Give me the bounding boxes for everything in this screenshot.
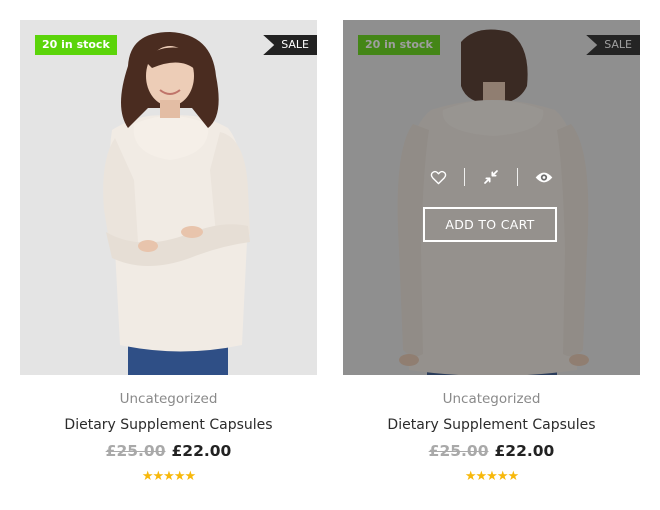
sale-price: £22.00	[171, 442, 232, 460]
product-image[interactable]: 20 in stock SALE	[343, 20, 640, 375]
compress-arrows-icon	[484, 170, 498, 184]
product-title-link[interactable]: Dietary Supplement Capsules	[343, 416, 640, 434]
sale-price: £22.00	[494, 442, 555, 460]
divider	[517, 168, 518, 186]
product-meta: Uncategorized Dietary Supplement Capsule…	[20, 390, 317, 484]
product-price: £25.00 £22.00	[343, 441, 640, 461]
product-meta: Uncategorized Dietary Supplement Capsule…	[343, 390, 640, 484]
product-category-link[interactable]: Uncategorized	[343, 390, 640, 408]
quick-view-button[interactable]	[533, 166, 555, 188]
wishlist-button[interactable]	[427, 166, 449, 188]
add-to-cart-button[interactable]: ADD TO CART	[423, 207, 557, 242]
product-card: 20 in stock SALE Uncategorized Dietary S…	[20, 20, 317, 484]
star-rating: ★★★★★	[464, 469, 519, 484]
product-title-link[interactable]: Dietary Supplement Capsules	[20, 416, 317, 434]
product-category-link[interactable]: Uncategorized	[20, 390, 317, 408]
hover-overlay	[343, 20, 640, 375]
star-rating: ★★★★★	[141, 469, 196, 484]
model-front-sweater-photo	[20, 20, 317, 375]
heart-icon	[430, 170, 446, 184]
product-image[interactable]: 20 in stock SALE	[20, 20, 317, 375]
divider	[464, 168, 465, 186]
stock-badge: 20 in stock	[35, 35, 117, 55]
old-price: £25.00	[428, 442, 489, 460]
product-grid: 20 in stock SALE Uncategorized Dietary S…	[0, 0, 660, 510]
product-card: 20 in stock SALE ADD TO CART Uncategoriz…	[343, 20, 640, 484]
old-price: £25.00	[105, 442, 166, 460]
product-price: £25.00 £22.00	[20, 441, 317, 461]
eye-icon	[535, 172, 553, 182]
compare-button[interactable]	[480, 166, 502, 188]
quick-actions-bar	[343, 166, 640, 188]
